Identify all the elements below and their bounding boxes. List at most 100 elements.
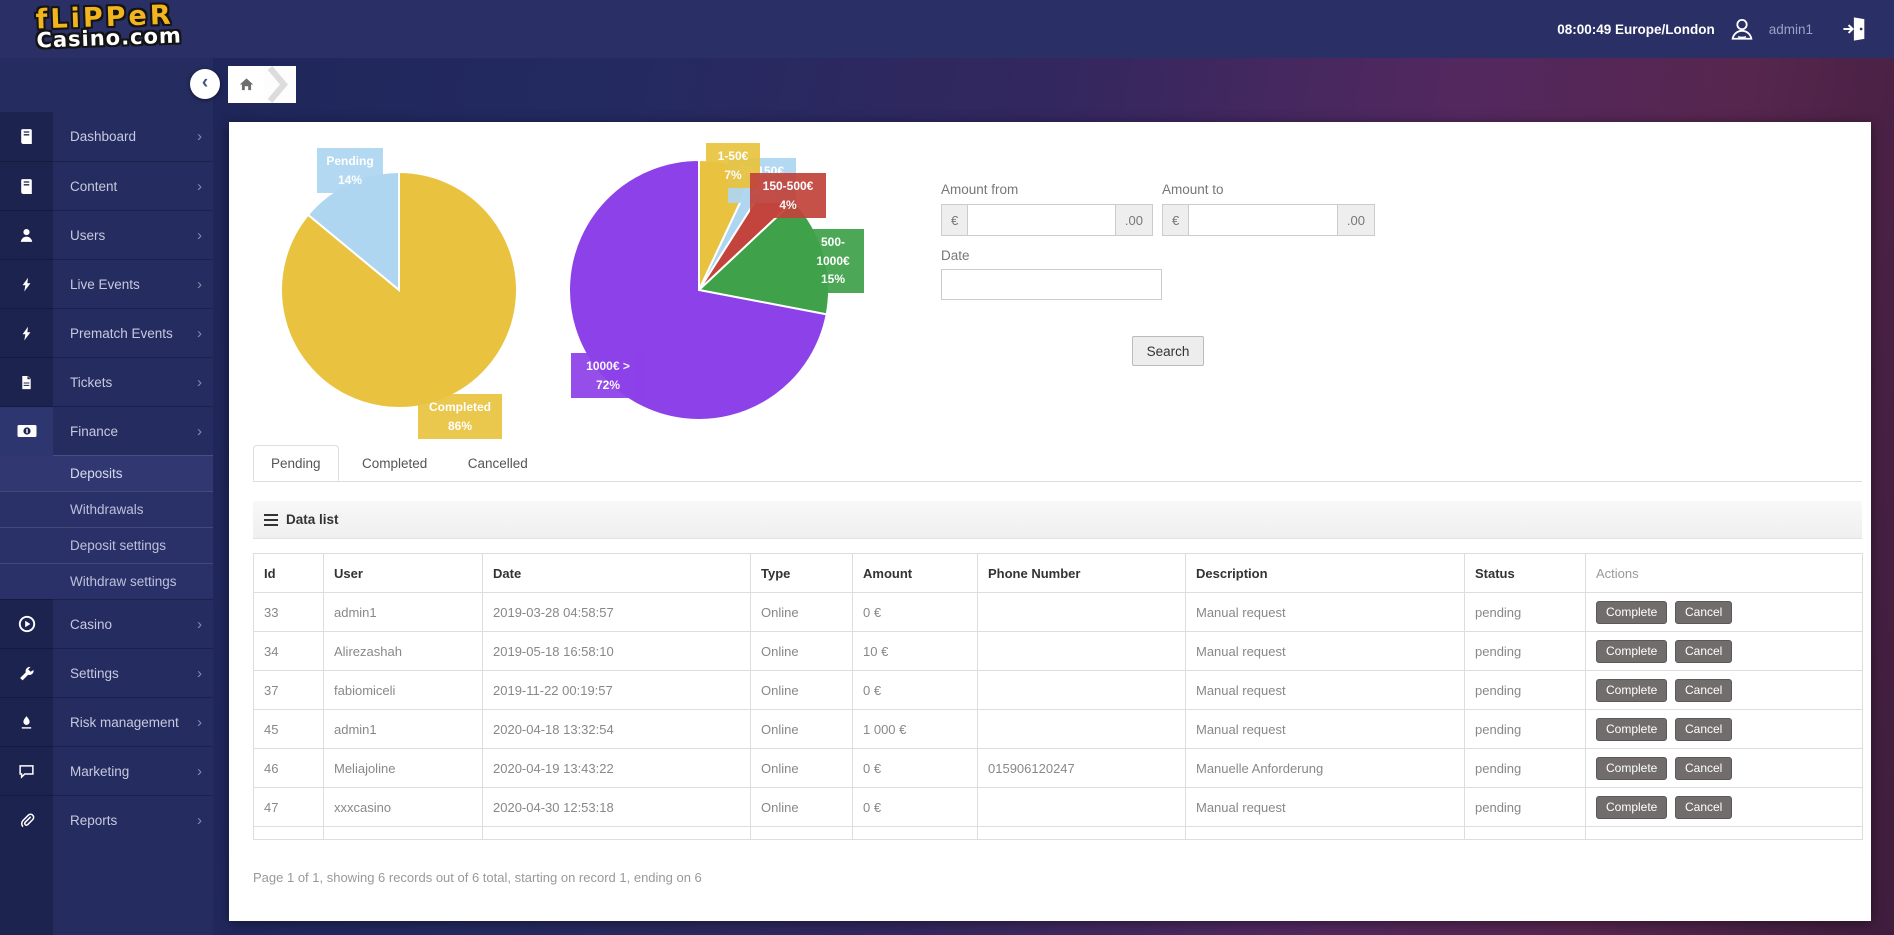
play-circle-icon — [0, 600, 53, 649]
cell-type: Online — [750, 592, 853, 632]
search-button[interactable]: Search — [1132, 336, 1204, 366]
complete-button[interactable]: Complete — [1596, 717, 1668, 741]
cell-status: pending — [1464, 787, 1586, 827]
sidebar-item-finance[interactable]: Finance › — [0, 406, 213, 456]
sidebar-item-dashboard[interactable]: Dashboard › — [0, 112, 213, 161]
cancel-button[interactable]: Cancel — [1674, 678, 1733, 702]
cell-phone — [977, 787, 1186, 827]
cell-amount: 10 € — [852, 631, 978, 671]
cancel-button[interactable]: Cancel — [1674, 639, 1733, 663]
sidebar-subitem-deposit-settings[interactable]: Deposit settings — [0, 527, 213, 563]
table-row: 47 xxxcasino 2020-04-30 12:53:18 Online … — [253, 787, 1863, 827]
cell-actions: Complete Cancel — [1585, 787, 1863, 827]
cell-date: 2019-03-28 04:58:57 — [482, 592, 751, 632]
date-input[interactable] — [941, 269, 1162, 300]
logout-door-icon[interactable] — [1841, 14, 1868, 44]
cell-status: pending — [1464, 709, 1586, 749]
cell-date: 2019-05-18 16:58:10 — [482, 631, 751, 671]
file-icon — [0, 358, 53, 407]
sidebar-subitem-withdraw-settings[interactable]: Withdraw settings — [0, 563, 213, 599]
cell-description: Manual request — [1185, 709, 1465, 749]
cell-status: pending — [1464, 670, 1586, 710]
complete-button[interactable]: Complete — [1596, 639, 1668, 663]
menu-icon — [264, 513, 278, 526]
sidebar-item-prematch-events[interactable]: Prematch Events › — [0, 308, 213, 357]
amount-to-input[interactable] — [1188, 204, 1338, 236]
sidebar-item-reports[interactable]: Reports › — [0, 795, 213, 844]
cancel-button[interactable]: Cancel — [1674, 600, 1733, 624]
sidebar-item-risk-management[interactable]: Risk management › — [0, 697, 213, 746]
sidebar-item-marketing[interactable]: Marketing › — [0, 746, 213, 795]
cancel-button[interactable]: Cancel — [1674, 717, 1733, 741]
col-header-actions: Actions — [1585, 553, 1863, 593]
cancel-button[interactable]: Cancel — [1674, 795, 1733, 819]
sidebar-nav: Dashboard › Content › Users › Live Event… — [0, 58, 213, 935]
col-header-user: User — [323, 553, 483, 593]
cell-actions: Complete Cancel — [1585, 709, 1863, 749]
sidebar-item-live-events[interactable]: Live Events › — [0, 259, 213, 308]
sidebar-subitem-deposits[interactable]: Deposits — [0, 455, 213, 491]
cell-user: fabiomiceli — [323, 670, 483, 710]
chevron-right-icon — [267, 66, 288, 103]
sidebar-collapse-button[interactable]: ‹ — [190, 69, 220, 99]
cell-phone — [977, 670, 1186, 710]
tab-cancelled[interactable]: Cancelled — [451, 446, 545, 480]
pie2-label-1000plus: 1000€ >72% — [571, 353, 645, 399]
tab-pending[interactable]: Pending — [253, 445, 339, 481]
sidebar-item-content[interactable]: Content › — [0, 161, 213, 210]
amount-from-input[interactable] — [967, 204, 1116, 236]
complete-button[interactable]: Complete — [1596, 678, 1668, 702]
pie2-label-150-500: 150-500€ 4% — [750, 173, 826, 219]
tab-completed[interactable]: Completed — [345, 446, 444, 480]
table-row: 37 fabiomiceli 2019-11-22 00:19:57 Onlin… — [253, 670, 1863, 710]
cell-description: Manual request — [1185, 631, 1465, 671]
cell-description: Manual request — [1185, 670, 1465, 710]
logged-in-username: admin1 — [1768, 21, 1813, 37]
chevron-right-icon: › — [197, 324, 202, 342]
cell-amount: 0 € — [852, 592, 978, 632]
breadcrumb-home-button[interactable] — [228, 66, 264, 103]
cell-status: pending — [1464, 631, 1586, 671]
app-root: fLiPPeR Casino.com 08:00:49 Europe/Londo… — [0, 0, 1894, 935]
breadcrumb — [228, 66, 296, 103]
banknote-icon — [0, 406, 53, 456]
flame-icon — [0, 698, 53, 747]
sidebar-item-users[interactable]: Users › — [0, 210, 213, 259]
cell-amount: 1 000 € — [852, 709, 978, 749]
complete-button[interactable]: Complete — [1596, 756, 1668, 780]
cell-type: Online — [750, 631, 853, 671]
chevron-right-icon: › — [197, 762, 202, 780]
bolt-icon — [0, 260, 53, 309]
person-icon — [0, 211, 53, 260]
sidebar-item-casino[interactable]: Casino › — [0, 599, 213, 648]
cell-actions: Complete Cancel — [1585, 670, 1863, 710]
cell-type: Online — [750, 748, 853, 788]
currency-prefix: € — [941, 204, 968, 236]
cell-type: Online — [750, 787, 853, 827]
cancel-button[interactable]: Cancel — [1674, 756, 1733, 780]
cell-type: Online — [750, 670, 853, 710]
sidebar-subitem-withdrawals[interactable]: Withdrawals — [0, 491, 213, 527]
sidebar-item-tickets[interactable]: Tickets › — [0, 357, 213, 406]
chevron-right-icon: › — [197, 275, 202, 293]
col-header-phone: Phone Number — [977, 553, 1186, 593]
table-row: 33 admin1 2019-03-28 04:58:57 Online 0 €… — [253, 592, 1863, 632]
sidebar-item-settings[interactable]: Settings › — [0, 648, 213, 697]
cell-amount: 0 € — [852, 670, 978, 710]
home-icon — [239, 78, 253, 91]
cell-actions: Complete Cancel — [1585, 592, 1863, 632]
cell-phone — [977, 631, 1186, 671]
complete-button[interactable]: Complete — [1596, 600, 1668, 624]
col-header-status: Status — [1464, 553, 1586, 593]
cell-user: Alirezashah — [323, 631, 483, 671]
bolt-icon — [0, 309, 53, 358]
chevron-right-icon: › — [197, 177, 202, 195]
complete-button[interactable]: Complete — [1596, 795, 1668, 819]
pie1-label-pending: Pending 14% — [317, 148, 383, 194]
cell-date: 2020-04-18 13:32:54 — [482, 709, 751, 749]
amount-to-label: Amount to — [1162, 182, 1224, 197]
casino-logo[interactable]: fLiPPeR Casino.com — [35, 0, 182, 53]
cell-phone — [977, 709, 1186, 749]
chevron-right-icon: › — [197, 615, 202, 633]
paperclip-icon — [0, 796, 53, 845]
